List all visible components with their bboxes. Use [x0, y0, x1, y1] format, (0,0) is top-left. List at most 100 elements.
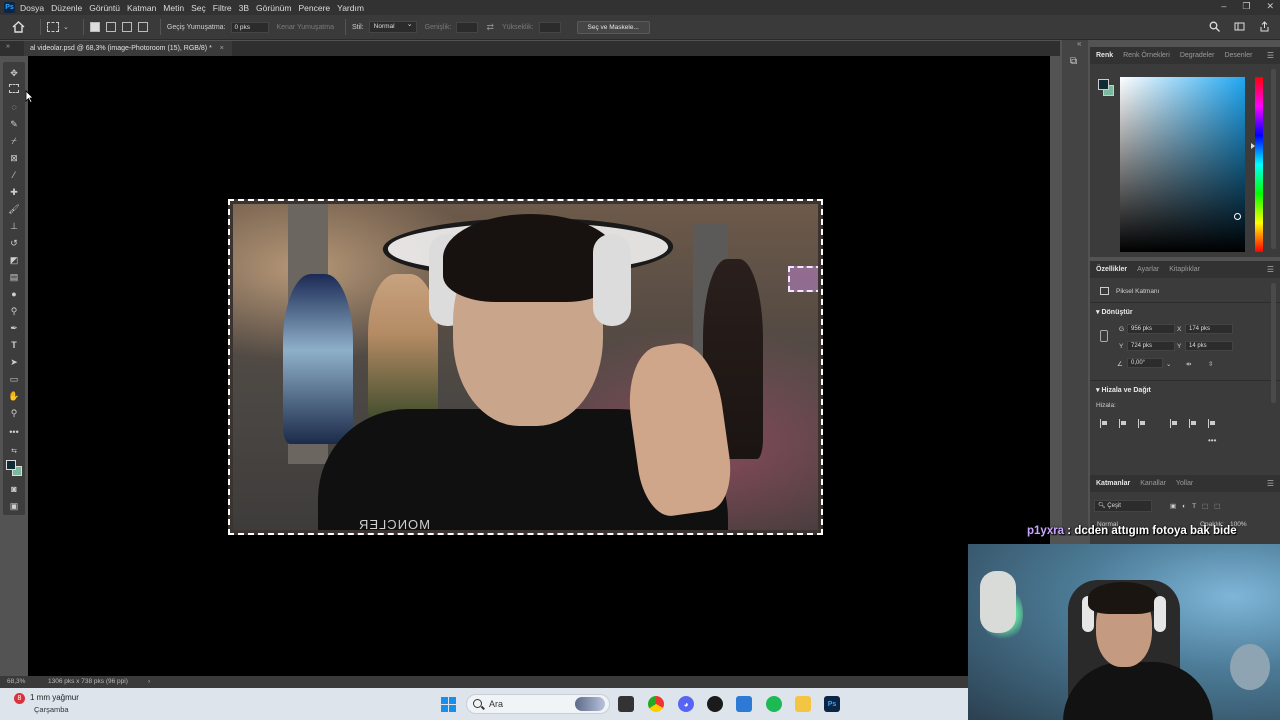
- healing-brush-tool-icon[interactable]: ✚: [8, 186, 20, 198]
- menu-3d[interactable]: 3B: [239, 3, 249, 13]
- align-center-icon[interactable]: [1119, 419, 1128, 428]
- foreground-color-swatch[interactable]: [6, 460, 16, 470]
- workspace-icon[interactable]: [1234, 21, 1245, 32]
- zoom-level[interactable]: 68,3%: [7, 676, 25, 688]
- tab-layers[interactable]: Katmanlar: [1096, 480, 1130, 487]
- color-picker-handle[interactable]: [1234, 213, 1241, 220]
- align-top-icon[interactable]: [1170, 419, 1179, 428]
- menu-filter[interactable]: Filtre: [213, 3, 232, 13]
- rectangular-marquee-tool-icon[interactable]: [9, 84, 19, 93]
- brush-tool-icon[interactable]: 🖌︎: [8, 203, 20, 215]
- dodge-tool-icon[interactable]: ⚲: [8, 305, 20, 317]
- new-selection-icon[interactable]: [89, 22, 100, 32]
- windows-start-icon[interactable]: [440, 696, 456, 712]
- tab-properties[interactable]: Özellikler: [1096, 266, 1127, 273]
- panel-scrollbar[interactable]: [1271, 283, 1276, 403]
- chevron-down-icon[interactable]: ⌄: [63, 23, 69, 31]
- tab-paths[interactable]: Yollar: [1176, 480, 1193, 487]
- screen-mode-icon[interactable]: ▣: [8, 500, 20, 512]
- status-menu-arrow-icon[interactable]: ›: [148, 676, 150, 688]
- collapse-arrows-icon[interactable]: »: [6, 43, 10, 50]
- steam-icon[interactable]: [707, 696, 723, 712]
- add-to-selection-icon[interactable]: [105, 22, 116, 32]
- x-field[interactable]: 174 pks: [1185, 324, 1233, 334]
- align-middle-icon[interactable]: [1189, 419, 1198, 428]
- spotify-icon[interactable]: [766, 696, 782, 712]
- width-field[interactable]: 956 pks: [1127, 324, 1175, 334]
- close-icon[interactable]: ✕: [1266, 1, 1274, 12]
- pen-tool-icon[interactable]: ✒: [8, 322, 20, 334]
- swap-dimensions-icon[interactable]: ⇄: [486, 22, 494, 33]
- share-icon[interactable]: [1259, 21, 1270, 32]
- hue-slider[interactable]: [1251, 77, 1263, 252]
- angle-field[interactable]: 0,00°: [1127, 358, 1163, 368]
- height-field[interactable]: 724 pks: [1127, 341, 1175, 351]
- canvas-area[interactable]: MONCLER: [28, 56, 1050, 676]
- align-section-toggle[interactable]: ▾ Hizala ve Dağıt: [1096, 386, 1151, 394]
- default-colors-icon[interactable]: ⇆: [8, 445, 20, 457]
- panel-menu-icon[interactable]: ☰: [1267, 479, 1274, 488]
- file-explorer-icon[interactable]: [795, 696, 811, 712]
- menu-layer[interactable]: Katman: [127, 3, 156, 13]
- lasso-tool-icon[interactable]: ◌: [8, 101, 20, 113]
- taskbar-search[interactable]: Ara: [466, 694, 610, 714]
- weather-widget[interactable]: 8 1 mm yağmur Çarşamba: [14, 693, 79, 714]
- align-bottom-icon[interactable]: [1208, 419, 1217, 428]
- marquee-tool-preset-icon[interactable]: [47, 22, 59, 32]
- hand-tool-icon[interactable]: ✋: [8, 390, 20, 402]
- minimize-icon[interactable]: –: [1221, 1, 1226, 12]
- menu-edit[interactable]: Düzenle: [51, 3, 82, 13]
- hue-slider-handle[interactable]: [1251, 143, 1255, 149]
- menu-type[interactable]: Metin: [163, 3, 184, 13]
- history-panel-icon[interactable]: ⧉: [1070, 56, 1077, 67]
- gradient-tool-icon[interactable]: ▤: [8, 271, 20, 283]
- menu-window[interactable]: Pencere: [298, 3, 330, 13]
- menu-select[interactable]: Seç: [191, 3, 206, 13]
- photos-icon[interactable]: [736, 696, 752, 712]
- intersect-selection-icon[interactable]: [137, 22, 148, 32]
- menu-help[interactable]: Yardım: [337, 3, 364, 13]
- panel-menu-icon[interactable]: ☰: [1267, 51, 1274, 60]
- clone-stamp-tool-icon[interactable]: ⊥: [8, 220, 20, 232]
- chrome-icon[interactable]: [648, 696, 664, 712]
- tab-swatches[interactable]: Renk Örnekleri: [1123, 52, 1170, 59]
- more-tools-icon[interactable]: •••: [8, 426, 20, 438]
- chevron-down-icon[interactable]: ⌄: [1166, 360, 1171, 368]
- link-dimensions-icon[interactable]: [1100, 330, 1108, 342]
- width-input[interactable]: [456, 21, 479, 33]
- tab-gradients[interactable]: Degradeler: [1180, 52, 1215, 59]
- eraser-tool-icon[interactable]: ◩: [8, 254, 20, 266]
- menu-file[interactable]: Dosya: [20, 3, 44, 13]
- document-image-selection[interactable]: MONCLER: [228, 199, 823, 535]
- layer-filter-select[interactable]: 🔍︎ Çeşit: [1094, 500, 1152, 512]
- y-field[interactable]: 14 pks: [1185, 341, 1233, 351]
- tab-channels[interactable]: Kanallar: [1140, 480, 1166, 487]
- object-selection-tool-icon[interactable]: ⌿: [8, 135, 20, 147]
- rectangle-tool-icon[interactable]: ▭: [8, 373, 20, 385]
- color-picker-field[interactable]: [1120, 77, 1245, 252]
- subtract-selection-icon[interactable]: [121, 22, 132, 32]
- discord-icon[interactable]: ◕: [678, 696, 694, 712]
- transform-section-toggle[interactable]: ▾ Dönüştür: [1096, 308, 1133, 316]
- menu-view[interactable]: Görünüm: [256, 3, 291, 13]
- move-tool-icon[interactable]: ✥: [8, 67, 20, 79]
- tab-patterns[interactable]: Desenler: [1224, 52, 1252, 59]
- more-options-icon[interactable]: •••: [1208, 436, 1216, 445]
- height-input[interactable]: [538, 21, 561, 33]
- type-tool-icon[interactable]: T: [8, 339, 20, 351]
- tab-libraries[interactable]: Kitaplıklar: [1169, 266, 1200, 273]
- antialias-checkbox[interactable]: Kenar Yumuşatma: [277, 24, 334, 31]
- path-selection-tool-icon[interactable]: ➤: [8, 356, 20, 368]
- frame-tool-icon[interactable]: ⊠: [8, 152, 20, 164]
- flip-vertical-icon[interactable]: ⇳: [1208, 360, 1213, 368]
- search-icon[interactable]: [1209, 21, 1220, 32]
- document-tab[interactable]: al videolar.psd @ 68,3% (image-Photoroom…: [24, 41, 232, 56]
- blur-tool-icon[interactable]: ●: [8, 288, 20, 300]
- photoshop-taskbar-icon[interactable]: Ps: [824, 696, 840, 712]
- tab-adjustments[interactable]: Ayarlar: [1137, 266, 1159, 273]
- align-left-icon[interactable]: [1100, 419, 1109, 428]
- panel-foreground-swatch[interactable]: [1098, 79, 1109, 90]
- layer-filter-icons[interactable]: ▣◐T⬚⬚: [1170, 502, 1226, 510]
- expand-panels-icon[interactable]: «: [1077, 39, 1081, 48]
- history-brush-tool-icon[interactable]: ↺: [8, 237, 20, 249]
